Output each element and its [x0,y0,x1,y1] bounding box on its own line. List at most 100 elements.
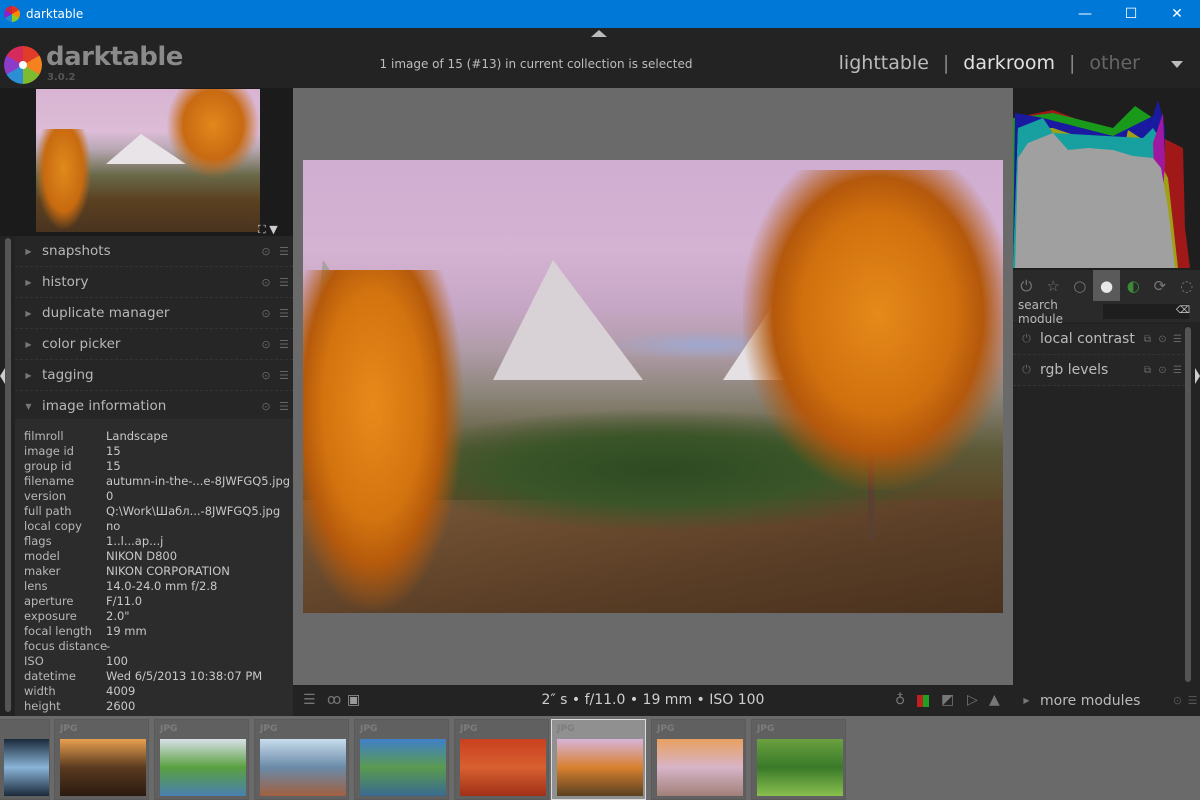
filmstrip-thumbnail[interactable]: JPG [154,719,249,800]
presets-menu-icon[interactable]: ☰ [275,369,293,382]
navigation-module: ⛶ ▼ [0,88,293,236]
filmstrip-thumbnail[interactable]: JPG [454,719,549,800]
histogram[interactable] [1013,88,1200,270]
color-assessment-icon[interactable] [917,695,929,707]
module-label: snapshots [42,243,111,259]
views-dropdown-icon[interactable] [1171,61,1183,68]
presets-menu-icon[interactable]: ☰ [275,276,293,289]
info-value: F/11.0 [106,594,143,608]
thumbnail-image [360,739,446,796]
reset-icon[interactable]: ⊙ [257,245,275,258]
left-panel: ⛶ ▼ ▶ snapshots ⊙ ☰ ▶ history ⊙ ☰ ▶ dupl… [0,88,293,716]
expand-arrow-icon: ▶ [25,277,32,287]
filmstrip-thumbnail[interactable]: JPG [54,719,149,800]
info-value: 2.0" [106,609,130,623]
info-value: 15 [106,444,121,458]
group-correct-icon[interactable]: ⟳ [1147,270,1174,301]
expand-arrow-icon: ▶ [25,246,32,256]
reset-icon[interactable]: ⊙ [257,276,275,289]
zoom-menu-icon[interactable]: ▼ [269,223,277,236]
close-button[interactable]: ✕ [1154,0,1200,28]
reset-icon[interactable]: ⊙ [1170,694,1185,707]
module-snapshots[interactable]: ▶ snapshots ⊙ ☰ [15,236,293,267]
group-color-icon[interactable]: ◐ [1120,270,1147,301]
group-tone-icon[interactable]: ● [1093,270,1120,301]
filmstrip-thumbnail[interactable]: JPG [254,719,349,800]
reset-icon[interactable]: ⊙ [1155,334,1170,345]
module-label: color picker [42,336,121,352]
filmstrip-thumbnail[interactable]: JPG [751,719,846,800]
thumbnail-image [4,739,49,796]
app-icon [4,6,20,22]
view-switcher: lighttable | darkroom | other [839,52,1140,74]
more-modules[interactable]: ▶ more modules ⊙ ☰ [1013,685,1200,716]
raw-overexposed-icon[interactable]: ◩ [941,692,954,708]
reset-icon[interactable]: ⊙ [257,369,275,382]
info-row-focal-length: focal length 19 mm [15,624,293,639]
minimize-button[interactable]: — [1062,0,1108,28]
group-basic-icon[interactable]: ○ [1066,270,1093,301]
view-lighttable[interactable]: lighttable [839,52,929,74]
navigation-controls: ⛶ ▼ [258,223,278,237]
info-key: flags [24,534,52,548]
presets-menu-icon[interactable]: ☰ [275,245,293,258]
presets-menu-icon[interactable]: ☰ [275,400,293,413]
right-panel-scrollbar[interactable] [1185,327,1191,682]
reset-icon[interactable]: ⊙ [1155,365,1170,376]
focus-peaking-icon[interactable]: ♁ [895,692,905,708]
presets-menu-icon[interactable]: ☰ [275,307,293,320]
filmstrip-thumbnail[interactable]: JPG [651,719,746,800]
info-value: 0 [106,489,114,503]
reset-icon[interactable]: ⊙ [257,338,275,351]
maximize-button[interactable]: ☐ [1108,0,1154,28]
power-icon[interactable]: ⏻ [1013,332,1040,346]
module-duplicate-manager[interactable]: ▶ duplicate manager ⊙ ☰ [15,298,293,329]
module-color-picker[interactable]: ▶ color picker ⊙ ☰ [15,329,293,360]
reset-icon[interactable]: ⊙ [257,307,275,320]
image-tree [303,270,463,610]
group-active-modules-icon[interactable]: ⏻ [1013,270,1040,301]
info-row-filmroll: filmroll Landscape [15,429,293,444]
reset-icon[interactable]: ⊙ [257,400,275,413]
navigation-preview[interactable] [36,89,260,232]
info-row-filename: filename autumn-in-the-...e-8JWFGQ5.jpg [15,474,293,489]
thumbnail-format-label: JPG [360,724,378,734]
preview-tree [36,129,91,229]
module-local-contrast[interactable]: ⏻ local contrast ⧉ ⊙ ☰ [1013,324,1185,355]
multi-instance-icon[interactable]: ⧉ [1140,334,1155,345]
module-rgb-levels[interactable]: ⏻ rgb levels ⧉ ⊙ ☰ [1013,355,1185,386]
filmstrip-thumbnail[interactable] [0,719,50,800]
info-row-exposure: exposure 2.0" [15,609,293,624]
clipping-icon[interactable]: ▷ [967,692,978,708]
collapse-top-panel-icon[interactable] [591,30,607,37]
filmstrip-thumbnail[interactable]: JPG [551,719,646,800]
left-panel-scrollbar[interactable] [5,238,11,712]
presets-menu-icon[interactable]: ☰ [1170,334,1185,345]
thumbnail-image [260,739,346,796]
collapse-right-panel-icon[interactable] [1195,368,1200,384]
fit-zoom-icon[interactable]: ⛶ [258,223,266,236]
view-other[interactable]: other [1089,52,1140,74]
group-effect-icon[interactable]: ◌ [1173,270,1200,301]
presets-menu-icon[interactable]: ☰ [1185,694,1200,707]
presets-menu-icon[interactable]: ☰ [1170,365,1185,376]
module-history[interactable]: ▶ history ⊙ ☰ [15,267,293,298]
image-canvas[interactable] [293,88,1013,685]
softproof-icon[interactable]: ▲ [989,692,1000,708]
power-icon[interactable]: ⏻ [1013,363,1040,377]
main-image[interactable] [303,160,1003,613]
module-image-information[interactable]: ▼ image information ⊙ ☰ [15,391,293,422]
group-favorites-icon[interactable]: ☆ [1040,270,1067,301]
module-tagging[interactable]: ▶ tagging ⊙ ☰ [15,360,293,391]
collapse-left-panel-icon[interactable] [0,368,5,384]
presets-menu-icon[interactable]: ☰ [275,338,293,351]
search-module-label: search module [1018,297,1063,326]
clear-search-icon[interactable]: ⌫ [1176,305,1190,316]
thumbnail-image [757,739,843,796]
multi-instance-icon[interactable]: ⧉ [1140,365,1155,376]
thumbnail-format-label: JPG [657,724,675,734]
expand-arrow-icon: ▶ [1023,696,1030,705]
view-darkroom[interactable]: darkroom [963,52,1055,74]
filmstrip-thumbnail[interactable]: JPG [354,719,449,800]
module-label: duplicate manager [42,305,170,321]
